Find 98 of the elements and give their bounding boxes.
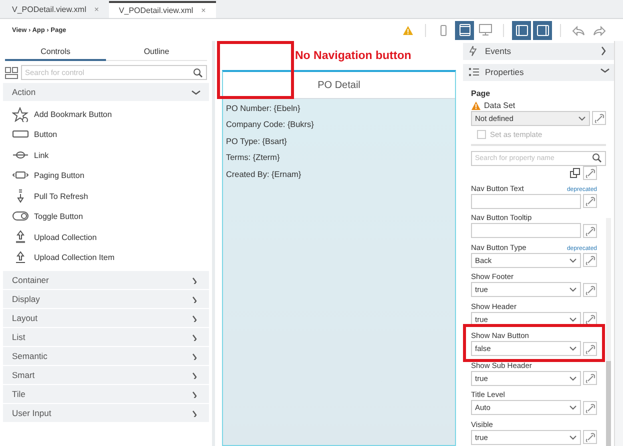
caret-icon: [578, 116, 586, 120]
control-item[interactable]: Toggle Button: [3, 206, 209, 227]
warning-icon: [402, 24, 414, 36]
binding-button[interactable]: [583, 224, 597, 238]
binding-button[interactable]: [583, 253, 597, 267]
category-header[interactable]: Tile: [3, 385, 209, 403]
field-text: Company Code: {Bukrs}: [226, 119, 315, 132]
tab-label: V_PODetail.view.xml: [12, 5, 86, 14]
field-text: PO Type: {Bsart}: [226, 136, 288, 148]
field-text: Created By: {Ernam}: [226, 168, 302, 181]
star-icon: [12, 106, 29, 122]
category-label: List: [12, 332, 26, 342]
category-label: Smart: [12, 370, 35, 380]
link-icon: [585, 255, 595, 265]
binding-button[interactable]: [583, 371, 597, 385]
binding-button[interactable]: [583, 282, 597, 296]
toolbar-button[interactable]: [455, 20, 474, 40]
input-field[interactable]: [471, 223, 581, 238]
undo-icon: [572, 24, 585, 36]
section-heading: Page: [471, 88, 492, 98]
section-label: Properties: [485, 67, 525, 78]
category-header[interactable]: Smart: [3, 366, 209, 384]
category-header[interactable]: Semantic: [3, 347, 209, 365]
binding-button[interactable]: [583, 430, 597, 444]
panel-tab[interactable]: Outline: [106, 43, 207, 60]
section-header[interactable]: Properties: [463, 64, 614, 80]
category-header[interactable]: Action: [3, 83, 209, 101]
field-text: PO Number: {Ebeln}: [226, 103, 302, 115]
control-item[interactable]: Upload Collection Item: [3, 248, 209, 268]
input-field[interactable]: [471, 194, 581, 208]
scrollbar-thumb[interactable]: [606, 361, 611, 446]
link-icon: [585, 284, 595, 294]
tab-label: V_PODetail.view.xml: [118, 6, 194, 15]
category-label: Display: [12, 294, 40, 304]
tablet-icon: [458, 24, 470, 36]
binding-button[interactable]: [592, 111, 606, 125]
close-icon[interactable]: ×: [201, 6, 206, 15]
caret-icon: [569, 316, 577, 322]
editor-tab[interactable]: V_PODetail.view.xml ×: [108, 1, 216, 18]
list-icon: [469, 67, 479, 78]
control-item[interactable]: Paging Button: [3, 166, 209, 186]
category-header[interactable]: Layout: [3, 309, 209, 327]
lightning-icon: [469, 46, 479, 56]
category-label: Tile: [12, 389, 26, 399]
page-title: PO Detail: [223, 72, 455, 99]
caret-icon: [569, 434, 577, 440]
link-icon: [585, 226, 595, 236]
binding-button[interactable]: [583, 400, 597, 414]
binding-button[interactable]: [583, 166, 597, 180]
editor-tab[interactable]: V_PODetail.view.xml ×: [2, 1, 109, 18]
link-icon: [594, 113, 604, 123]
search-icon: [193, 68, 203, 78]
toolbar-button[interactable]: [533, 20, 552, 40]
link-icon: [585, 196, 595, 206]
binding-button[interactable]: [583, 342, 597, 356]
category-label: Container: [12, 275, 49, 285]
category-header[interactable]: User Input: [3, 404, 209, 422]
control-item[interactable]: Add Bookmark Button: [3, 104, 209, 124]
field-label: Data Set: [484, 101, 516, 110]
link-icon: [585, 402, 595, 412]
control-item[interactable]: Pull To Refresh: [3, 186, 209, 206]
category-header[interactable]: List: [3, 328, 209, 346]
caret-icon: [569, 287, 577, 292]
category-header[interactable]: Container: [3, 271, 209, 289]
annotation-text: No Navigation button: [295, 50, 412, 62]
panel-icon: [536, 24, 548, 36]
copy-icon: [570, 168, 580, 178]
link-icon: [585, 432, 595, 442]
link-icon: [585, 314, 595, 324]
caret-icon: [569, 346, 577, 351]
section-label: Events: [485, 46, 512, 56]
palette-icon: [5, 66, 18, 78]
link-icon: [585, 373, 595, 383]
toolbar-button[interactable]: [512, 20, 531, 40]
warning-icon: [471, 100, 481, 110]
redo-icon: [593, 24, 606, 36]
panel-tab[interactable]: Controls: [5, 43, 106, 61]
control-item[interactable]: Link: [3, 145, 209, 166]
phone-icon: [440, 24, 447, 36]
caret-icon: [569, 405, 577, 410]
panel-icon: [516, 24, 528, 36]
caret-icon: [569, 376, 577, 380]
section-header[interactable]: Events: [463, 43, 614, 60]
binding-button[interactable]: [583, 194, 597, 208]
category-label: Semantic: [12, 351, 48, 361]
category-label: Layout: [12, 313, 38, 323]
field-text: Terms: {Zterm}: [226, 152, 281, 164]
category-label: User Input: [12, 408, 52, 418]
search-icon: [592, 153, 602, 163]
caret-icon: [569, 258, 577, 262]
link-icon: [585, 344, 595, 354]
category-label: Action: [12, 87, 36, 97]
control-item[interactable]: Button: [3, 124, 209, 145]
control-item[interactable]: Upload Collection: [3, 227, 209, 248]
monitor-icon: [479, 24, 492, 36]
link-icon: [585, 168, 595, 178]
category-header[interactable]: Display: [3, 290, 209, 308]
chevron-icon: [191, 88, 201, 96]
